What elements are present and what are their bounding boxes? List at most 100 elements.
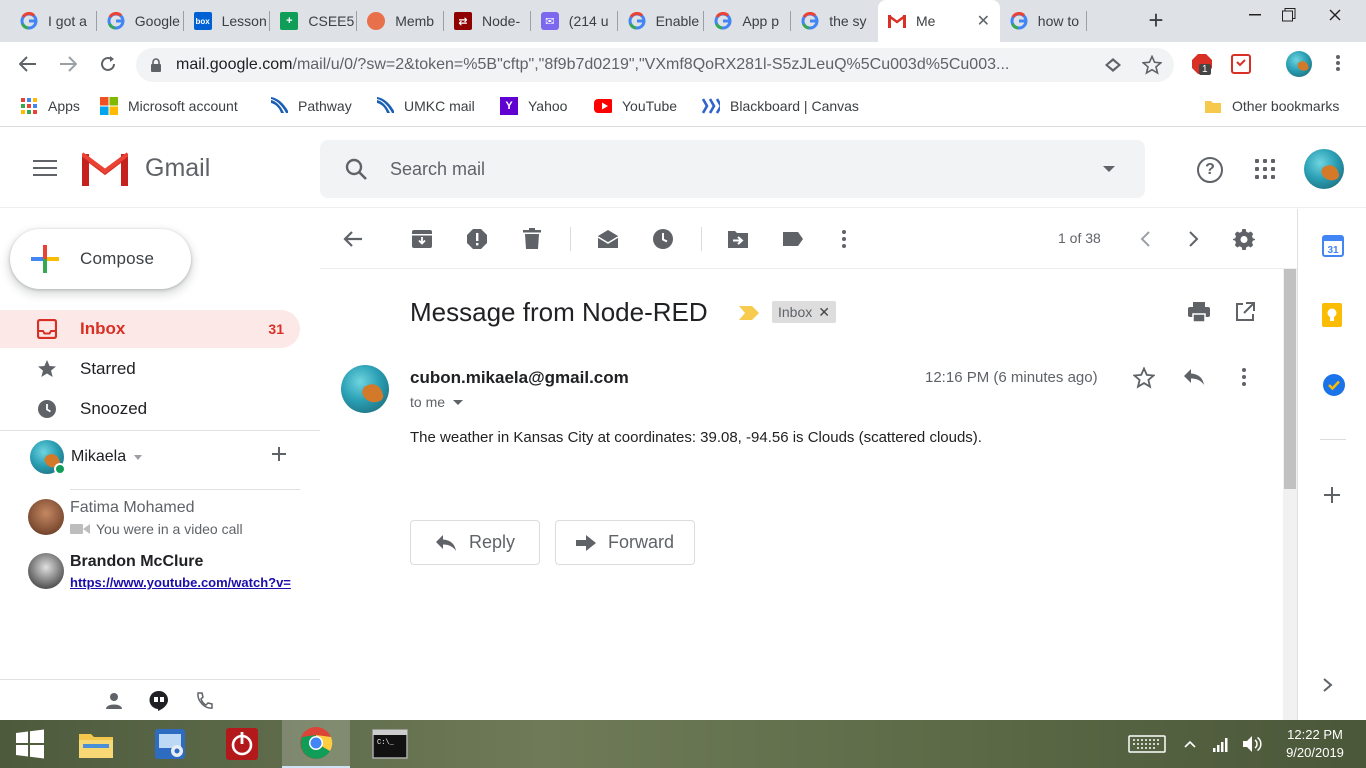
delete-icon[interactable]	[520, 227, 544, 251]
archive-icon[interactable]	[410, 227, 434, 251]
sender-avatar[interactable]	[341, 365, 389, 413]
google-apps-icon[interactable]	[1255, 159, 1275, 179]
support-icon[interactable]: ?	[1197, 157, 1223, 183]
gmail-logo-icon[interactable]	[80, 152, 130, 186]
start-button[interactable]	[0, 720, 60, 768]
keep-icon[interactable]	[1322, 303, 1346, 327]
forward-icon[interactable]	[54, 50, 82, 78]
browser-tab[interactable]: App p	[704, 0, 792, 42]
snooze-icon[interactable]	[651, 227, 675, 251]
reply-icon[interactable]	[1183, 368, 1205, 391]
new-tab-button[interactable]: +	[1142, 6, 1170, 34]
search-options-icon[interactable]	[1103, 166, 1115, 172]
reload-icon[interactable]	[94, 50, 122, 78]
back-icon[interactable]	[14, 50, 42, 78]
star-message-icon[interactable]	[1132, 366, 1156, 394]
chrome-taskbar-icon[interactable]	[282, 720, 350, 768]
message-scrollbar[interactable]	[1283, 269, 1297, 720]
hangouts-icon[interactable]	[149, 690, 169, 717]
taskbar-clock[interactable]: 12:22 PM 9/20/2019	[1270, 726, 1360, 762]
search-icon[interactable]	[344, 157, 368, 186]
nav-item-inbox[interactable]: Inbox 31	[0, 310, 300, 348]
bookmark-item[interactable]: YouTube	[594, 95, 677, 117]
browser-tab[interactable]: I got a	[10, 0, 97, 42]
browser-tab[interactable]: + CSEE5	[270, 0, 358, 42]
browser-tab[interactable]: ⇄ Node-	[444, 0, 531, 42]
todo-extension-icon[interactable]	[1231, 54, 1251, 74]
browser-tab[interactable]: how to	[1000, 0, 1087, 42]
browser-tab[interactable]: Me ✕	[878, 0, 1000, 42]
bookmark-item[interactable]: Apps	[20, 95, 80, 117]
close-window-button[interactable]	[1312, 0, 1358, 30]
hangouts-user[interactable]: Mikaela	[30, 439, 300, 475]
browser-tab[interactable]: ✉ (214 u	[531, 0, 618, 42]
volume-icon[interactable]	[1242, 720, 1262, 768]
browser-tab[interactable]: the sy	[791, 0, 878, 42]
address-bar[interactable]: mail.google.com/mail/u/0/?sw=2&token=%5B…	[136, 48, 1174, 82]
message-more-icon[interactable]	[1242, 368, 1246, 391]
power-app-icon[interactable]	[208, 720, 276, 768]
new-conversation-icon[interactable]	[270, 445, 288, 468]
network-icon[interactable]	[1212, 720, 1230, 768]
contact-item[interactable]: Fatima Mohamed You were in a video call	[28, 499, 300, 539]
tasks-icon[interactable]	[1322, 373, 1346, 397]
move-to-icon[interactable]	[726, 227, 750, 251]
command-prompt-icon[interactable]: C:\_	[356, 720, 424, 768]
bookmark-item[interactable]: Microsoft account	[100, 95, 238, 117]
scrollbar-thumb[interactable]	[1284, 269, 1296, 489]
hide-side-panel-icon[interactable]	[1322, 677, 1346, 701]
chrome-menu-icon[interactable]	[1336, 54, 1340, 77]
phone-icon[interactable]	[195, 692, 213, 715]
inbox-label-chip[interactable]: Inbox ✕	[772, 301, 836, 323]
open-in-new-window-icon[interactable]	[1235, 302, 1255, 327]
forward-button[interactable]: Forward	[555, 520, 695, 565]
hangouts-user-name: Mikaela	[71, 448, 127, 465]
sender-email[interactable]: cubon.mikaela@gmail.com	[410, 368, 629, 388]
remove-label-icon[interactable]: ✕	[818, 304, 830, 321]
contacts-person-icon[interactable]	[106, 692, 122, 715]
bookmark-item[interactable]: UMKC mail	[376, 95, 475, 117]
search-input[interactable]	[390, 155, 1070, 183]
contact-item[interactable]: Brandon McClure https://www.youtube.com/…	[28, 553, 300, 593]
maximize-button[interactable]	[1266, 0, 1312, 30]
show-hidden-icons[interactable]	[1184, 720, 1196, 768]
mark-unread-icon[interactable]	[596, 227, 620, 251]
compose-button[interactable]: Compose	[10, 229, 191, 289]
extension-diamond-icon[interactable]	[1104, 57, 1122, 78]
browser-tab[interactable]: box Lesson	[184, 0, 271, 42]
reply-button[interactable]: Reply	[410, 520, 540, 565]
account-avatar[interactable]	[1304, 149, 1344, 189]
bookmark-item[interactable]: Pathway	[270, 95, 352, 117]
adblock-extension-icon[interactable]: 1	[1191, 53, 1213, 75]
bookmark-item[interactable]: Y Yahoo	[500, 95, 567, 117]
back-to-inbox-icon[interactable]	[341, 227, 365, 251]
browser-tab[interactable]: Google	[97, 0, 184, 42]
status-dropdown-icon[interactable]	[134, 454, 143, 460]
contact-last-message-link[interactable]: https://www.youtube.com/watch?v=	[70, 575, 300, 590]
recipient-details[interactable]: to me	[410, 394, 464, 410]
more-options-icon[interactable]	[832, 227, 856, 251]
nav-item-snoozed[interactable]: Snoozed	[0, 390, 300, 428]
nav-item-starred[interactable]: Starred	[0, 350, 300, 388]
settings-gear-icon[interactable]	[1232, 227, 1256, 251]
report-spam-icon[interactable]	[465, 227, 489, 251]
bookmark-item[interactable]: Blackboard | Canvas	[702, 95, 859, 117]
bookmark-star-icon[interactable]	[1141, 54, 1163, 80]
show-details-icon[interactable]	[453, 399, 464, 405]
chrome-profile-avatar[interactable]	[1286, 51, 1312, 77]
newer-message-icon[interactable]	[1133, 227, 1157, 251]
other-bookmarks[interactable]: Other bookmarks	[1204, 95, 1339, 117]
browser-tab[interactable]: Memb	[357, 0, 444, 42]
get-addons-icon[interactable]	[1322, 485, 1346, 509]
print-icon[interactable]	[1188, 302, 1210, 327]
main-menu-icon[interactable]	[33, 160, 57, 178]
file-explorer-icon[interactable]	[62, 720, 130, 768]
label-icon[interactable]	[781, 227, 805, 251]
control-panel-icon[interactable]	[136, 720, 204, 768]
importance-marker-icon[interactable]	[739, 306, 759, 325]
calendar-icon[interactable]: 31	[1322, 233, 1346, 257]
close-tab-icon[interactable]: ✕	[967, 11, 1000, 31]
touch-keyboard-icon[interactable]	[1128, 720, 1166, 768]
older-message-icon[interactable]	[1182, 227, 1206, 251]
browser-tab[interactable]: Enable	[618, 0, 705, 42]
